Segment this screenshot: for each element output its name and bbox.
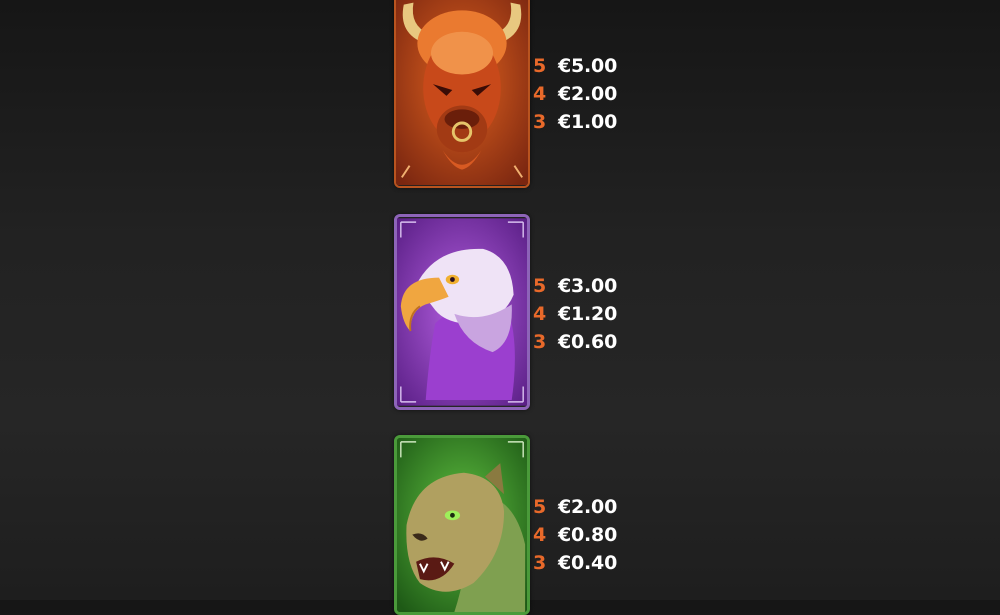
eagle-icon <box>397 218 527 406</box>
payout-row: 5 €3.00 <box>533 272 653 300</box>
puma-payout-list: 5 €2.00 4 €0.80 3 €0.40 <box>533 493 653 577</box>
puma-symbol-card <box>394 435 530 615</box>
payout-row: 5 €5.00 <box>533 52 653 80</box>
payout-row: 5 €2.00 <box>533 493 653 521</box>
bison-symbol-card <box>394 0 530 188</box>
symbol-count: 5 <box>533 55 547 77</box>
symbol-count: 4 <box>533 524 547 546</box>
payout-amount: €1.20 <box>558 303 618 325</box>
payout-amount: €0.80 <box>558 524 618 546</box>
eagle-payout-list: 5 €3.00 4 €1.20 3 €0.60 <box>533 272 653 356</box>
payout-amount: €3.00 <box>558 275 618 297</box>
eagle-symbol-card <box>394 214 530 410</box>
bison-payout-list: 5 €5.00 4 €2.00 3 €1.00 <box>533 52 653 136</box>
payout-row: 4 €2.00 <box>533 80 653 108</box>
symbol-count: 3 <box>533 331 547 353</box>
symbol-count: 5 <box>533 496 547 518</box>
symbol-count: 5 <box>533 275 547 297</box>
symbol-count: 3 <box>533 552 547 574</box>
bison-icon <box>396 0 528 186</box>
payout-amount: €0.60 <box>558 331 618 353</box>
payout-row: 3 €0.40 <box>533 549 653 577</box>
symbol-count: 4 <box>533 303 547 325</box>
payout-amount: €2.00 <box>558 496 618 518</box>
payout-row: 3 €0.60 <box>533 328 653 356</box>
symbol-count: 4 <box>533 83 547 105</box>
puma-icon <box>397 438 527 612</box>
payout-amount: €1.00 <box>558 111 618 133</box>
payout-row: 4 €1.20 <box>533 300 653 328</box>
payout-row: 4 €0.80 <box>533 521 653 549</box>
payout-amount: €5.00 <box>558 55 618 77</box>
payout-amount: €2.00 <box>558 83 618 105</box>
symbol-count: 3 <box>533 111 547 133</box>
payout-row: 3 €1.00 <box>533 108 653 136</box>
payout-amount: €0.40 <box>558 552 618 574</box>
